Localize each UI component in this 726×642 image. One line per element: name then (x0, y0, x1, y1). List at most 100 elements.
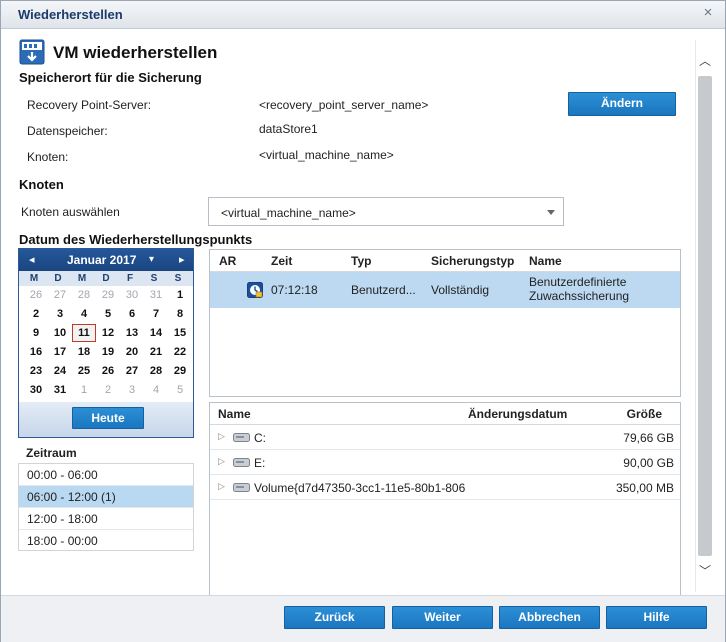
calendar-month-dropdown-icon[interactable]: ▾ (149, 254, 154, 265)
calendar-day[interactable]: 2 (24, 305, 48, 323)
calendar-day[interactable]: 15 (168, 324, 192, 342)
select-node-label: Knoten auswählen (21, 205, 120, 219)
calendar-day[interactable]: 4 (72, 305, 96, 323)
recovery-point-icon (247, 282, 263, 298)
node-label: Knoten: (27, 150, 69, 164)
recovery-date-heading: Datum des Wiederherstellungspunkts (19, 232, 253, 247)
rp-time: 07:12:18 (271, 283, 318, 297)
calendar-day[interactable]: 24 (48, 362, 72, 380)
calendar-day[interactable]: 3 (48, 305, 72, 323)
file-size: 350,00 MB (615, 481, 674, 495)
restore-dialog: Wiederherstellen × VM wiederherstellen S… (0, 0, 726, 642)
tree-expand-icon[interactable]: ▷ (218, 481, 225, 492)
calendar-day[interactable]: 8 (168, 305, 192, 323)
recovery-point-row[interactable]: 07:12:18 Benutzerd... Vollständig Benutz… (210, 272, 680, 308)
calendar-day[interactable]: 20 (120, 343, 144, 361)
cancel-button[interactable]: Abbrechen (499, 606, 600, 629)
calendar-day[interactable]: 29 (96, 286, 120, 304)
calendar-prev-icon[interactable]: ◂ (29, 253, 35, 266)
timerange-list: 00:00 - 06:00 06:00 - 12:00 (1) 12:00 - … (18, 463, 194, 551)
tree-expand-icon[interactable]: ▷ (218, 431, 225, 442)
file-name: Volume{d7d47350-3cc1-11e5-80b1-806 (254, 481, 466, 495)
today-button[interactable]: Heute (72, 407, 144, 429)
timerange-item[interactable]: 12:00 - 18:00 (19, 508, 193, 530)
calendar-day[interactable]: 13 (120, 324, 144, 342)
scroll-thumb[interactable] (698, 76, 712, 556)
dialog-content: VM wiederherstellen Speicherort für die … (1, 30, 695, 595)
backup-location-heading: Speicherort für die Sicherung (19, 70, 202, 85)
timerange-item[interactable]: 06:00 - 12:00 (1) (19, 486, 193, 508)
calendar-day[interactable]: 16 (24, 343, 48, 361)
calendar-day[interactable]: 26 (96, 362, 120, 380)
close-icon[interactable]: × (701, 5, 715, 20)
file-row[interactable]: ▷ C: 79,66 GB (210, 425, 680, 450)
calendar-day[interactable]: 3 (120, 381, 144, 399)
calendar-day[interactable]: 26 (24, 286, 48, 304)
calendar-day[interactable]: 27 (120, 362, 144, 380)
calendar: ◂ Januar 2017 ▾ ▸ M D M D F S S 26 27 28 29… (18, 248, 194, 438)
calendar-day[interactable]: 10 (48, 324, 72, 342)
calendar-day[interactable]: 17 (48, 343, 72, 361)
calendar-day[interactable]: 23 (24, 362, 48, 380)
file-size: 90,00 GB (623, 456, 674, 470)
drive-icon (233, 483, 250, 492)
next-button[interactable]: Weiter (392, 606, 493, 629)
calendar-day[interactable]: 29 (168, 362, 192, 380)
recovery-points-header: AR Zeit Typ Sicherungstyp Name (210, 250, 680, 272)
node-select[interactable]: <virtual_machine_name> (208, 197, 564, 226)
calendar-day[interactable]: 21 (144, 343, 168, 361)
calendar-day[interactable]: 2 (96, 381, 120, 399)
back-button[interactable]: Zurück (284, 606, 385, 629)
page-title: VM wiederherstellen (53, 43, 218, 62)
calendar-day[interactable]: 1 (72, 381, 96, 399)
calendar-day[interactable]: 22 (168, 343, 192, 361)
calendar-day[interactable]: 5 (168, 381, 192, 399)
file-row[interactable]: ▷ Volume{d7d47350-3cc1-11e5-80b1-806 350… (210, 475, 680, 500)
calendar-day[interactable]: 28 (72, 286, 96, 304)
vertical-scrollbar[interactable]: ︿ ﹀ (695, 40, 713, 592)
help-button[interactable]: Hilfe (606, 606, 707, 629)
column-file-name: Name (218, 407, 251, 421)
tree-expand-icon[interactable]: ▷ (218, 456, 225, 467)
calendar-day[interactable]: 6 (120, 305, 144, 323)
drive-icon (233, 433, 250, 442)
calendar-month[interactable]: Januar 2017 (67, 253, 136, 267)
calendar-day[interactable]: 27 (48, 286, 72, 304)
timerange-item[interactable]: 00:00 - 06:00 (19, 464, 193, 486)
calendar-day[interactable]: 9 (24, 324, 48, 342)
datastore-value: dataStore1 (259, 122, 318, 136)
window-title: Wiederherstellen (18, 7, 123, 22)
calendar-day[interactable]: 5 (96, 305, 120, 323)
scroll-down-icon[interactable]: ﹀ (698, 562, 712, 578)
files-header: Name Änderungsdatum Größe (210, 403, 680, 425)
node-select-value: <virtual_machine_name> (221, 206, 356, 220)
file-row[interactable]: ▷ E: 90,00 GB (210, 450, 680, 475)
calendar-day[interactable]: 4 (144, 381, 168, 399)
timerange-item[interactable]: 18:00 - 00:00 (19, 530, 193, 552)
weekday-label: M (77, 273, 87, 284)
title-bar: Wiederherstellen × (1, 1, 725, 29)
calendar-day[interactable]: 28 (144, 362, 168, 380)
calendar-next-icon[interactable]: ▸ (179, 253, 185, 266)
drive-icon (233, 458, 250, 467)
calendar-day[interactable]: 1 (168, 286, 192, 304)
calendar-day[interactable]: 31 (48, 381, 72, 399)
rp-name-line2: Zuwachssicherung (529, 289, 630, 303)
file-name: E: (254, 456, 266, 470)
calendar-day[interactable]: 30 (24, 381, 48, 399)
weekday-label: M (29, 273, 39, 284)
calendar-day[interactable]: 19 (96, 343, 120, 361)
scroll-up-icon[interactable]: ︿ (698, 52, 712, 68)
rp-backup-type: Vollständig (431, 283, 490, 297)
calendar-day[interactable]: 30 (120, 286, 144, 304)
timerange-heading: Zeitraum (26, 446, 77, 460)
calendar-day[interactable]: 7 (144, 305, 168, 323)
calendar-day[interactable]: 25 (72, 362, 96, 380)
change-button[interactable]: Ändern (568, 92, 676, 116)
calendar-day[interactable]: 11 (72, 324, 96, 342)
weekday-label: D (102, 273, 110, 284)
calendar-day[interactable]: 14 (144, 324, 168, 342)
calendar-day[interactable]: 31 (144, 286, 168, 304)
calendar-day[interactable]: 18 (72, 343, 96, 361)
calendar-day[interactable]: 12 (96, 324, 120, 342)
